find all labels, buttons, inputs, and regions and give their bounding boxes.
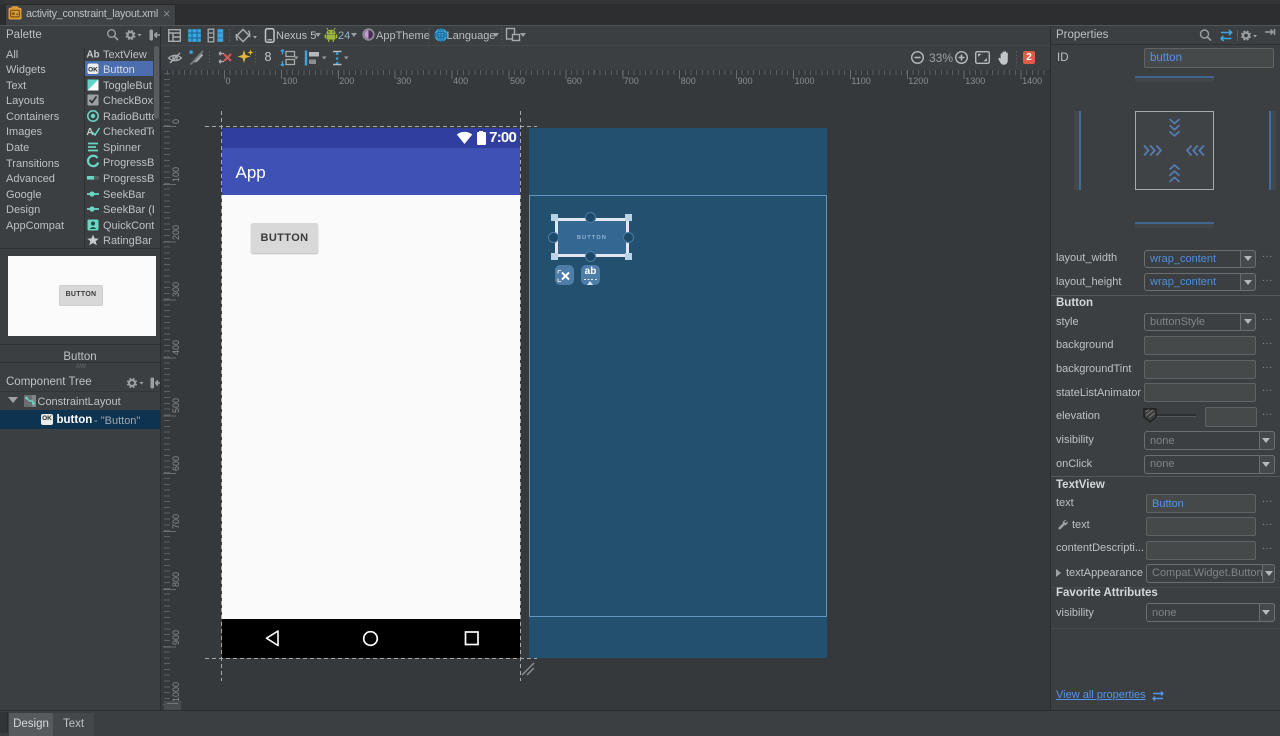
svg-text:OK: OK xyxy=(88,67,98,74)
svg-text:Ab: Ab xyxy=(86,49,99,60)
